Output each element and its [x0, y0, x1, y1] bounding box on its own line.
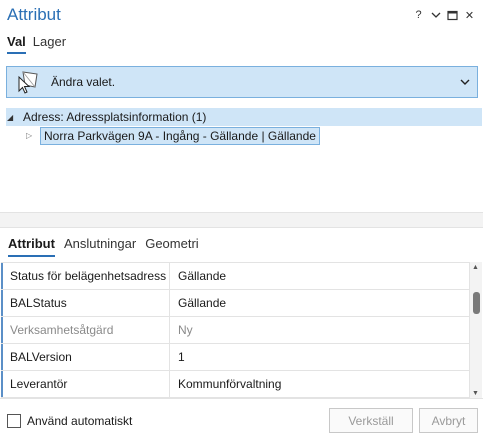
field-name: BALStatus [1, 290, 170, 316]
selection-dropdown[interactable]: Ändra valet. [6, 66, 478, 98]
restore-icon[interactable] [445, 7, 460, 23]
scroll-down-icon[interactable]: ▼ [472, 390, 479, 397]
scroll-up-icon[interactable]: ▲ [472, 264, 479, 271]
bottom-tabs: Attribut Anslutningar Geometri [8, 236, 199, 257]
cancel-button[interactable]: Avbryt [419, 408, 478, 433]
tab-attribut[interactable]: Attribut [8, 236, 55, 257]
window-controls: ? ✕ [411, 7, 477, 23]
top-tabs: Val Lager [7, 34, 66, 54]
tab-lager[interactable]: Lager [33, 34, 66, 54]
tree-layer-node[interactable]: ◢ Adress: Adressplatsinformation (1) [6, 108, 482, 126]
tab-geometri[interactable]: Geometri [145, 236, 198, 257]
select-features-icon [15, 69, 41, 95]
tab-anslutningar[interactable]: Anslutningar [64, 236, 136, 257]
field-name: Verksamhetsåtgärd [1, 317, 170, 343]
close-button[interactable]: ✕ [462, 7, 477, 23]
table-row[interactable]: Verksamhetsåtgärd Ny [1, 317, 469, 344]
table-row[interactable]: BALStatus Gällande [1, 290, 469, 317]
table-row[interactable]: Status för belägenhetsadress Gällande [1, 263, 469, 290]
table-row[interactable]: BALVersion 1 [1, 344, 469, 371]
chevron-down-icon[interactable] [428, 7, 443, 23]
chevron-down-icon[interactable] [459, 76, 471, 88]
footer-bar: Använd automatiskt Verkställ Avbryt [0, 398, 483, 434]
expand-triangle-icon[interactable]: ▷ [26, 131, 36, 140]
tree-feature-label[interactable]: Norra Parkvägen 9A - Ingång - Gällande |… [40, 126, 320, 145]
feature-tree: ◢ Adress: Adressplatsinformation (1) ▷ N… [0, 106, 483, 212]
field-value[interactable]: Gällande [170, 296, 226, 310]
tree-feature-node[interactable]: ▷ Norra Parkvägen 9A - Ingång - Gällande… [26, 126, 320, 145]
field-name: Status för belägenhetsadress [1, 263, 170, 289]
field-value[interactable]: Kommunförvaltning [170, 377, 281, 391]
field-value[interactable]: Ny [170, 323, 193, 337]
attribute-grid: Status för belägenhetsadress Gällande BA… [1, 262, 469, 398]
field-value[interactable]: Gällande [170, 269, 226, 283]
auto-apply-checkbox[interactable] [7, 414, 21, 428]
field-value[interactable]: 1 [170, 350, 185, 364]
help-button[interactable]: ? [411, 7, 426, 23]
scrollbar-thumb[interactable] [473, 292, 480, 314]
grid-scrollbar[interactable]: ▲ ▼ [469, 262, 482, 398]
pane-title: Attribut [7, 5, 61, 24]
field-name: Leverantör [1, 371, 170, 397]
table-row[interactable]: Leverantör Kommunförvaltning [1, 371, 469, 398]
selection-label: Ändra valet. [51, 75, 116, 89]
auto-apply-label[interactable]: Använd automatiskt [27, 414, 132, 428]
title-bar: Attribut ? ✕ [0, 0, 483, 30]
field-name: BALVersion [1, 344, 170, 370]
apply-button[interactable]: Verkställ [329, 408, 413, 433]
tree-layer-label: Adress: Adressplatsinformation (1) [23, 110, 207, 124]
pane-splitter[interactable] [0, 212, 483, 228]
collapse-triangle-icon[interactable]: ◢ [7, 113, 17, 122]
tab-val[interactable]: Val [7, 34, 26, 54]
